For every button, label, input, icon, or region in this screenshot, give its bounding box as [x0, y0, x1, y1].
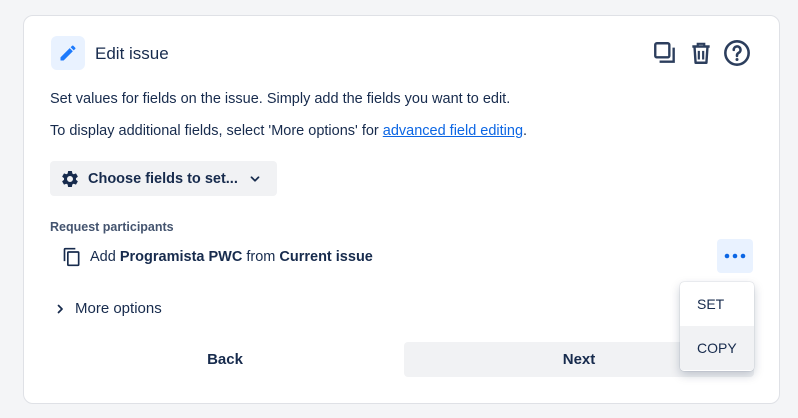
- description-line-2: To display additional fields, select 'Mo…: [50, 123, 527, 139]
- page-title: Edit issue: [95, 44, 169, 63]
- request-participants-row: Add Programista PWC from Current issue: [62, 246, 373, 268]
- description-line-1: Set values for fields on the issue. Simp…: [50, 91, 511, 107]
- back-button[interactable]: Back: [50, 342, 400, 377]
- copy-icon[interactable]: [651, 39, 679, 67]
- request-participants-label: Request participants: [50, 220, 174, 234]
- menu-item-copy[interactable]: COPY: [680, 326, 754, 370]
- chevron-down-icon: [248, 172, 262, 186]
- gear-icon: [60, 169, 80, 189]
- advanced-field-editing-link[interactable]: advanced field editing: [383, 123, 523, 139]
- copy-action-icon: [62, 246, 82, 268]
- more-actions-button[interactable]: [717, 239, 753, 273]
- chevron-right-icon: [54, 303, 66, 315]
- description-line-2-suffix: .: [523, 123, 528, 139]
- description-line-2-prefix: To display additional fields, select 'Mo…: [50, 123, 383, 139]
- choose-fields-label: Choose fields to set...: [88, 170, 238, 187]
- action-dropdown-menu: SET COPY: [680, 282, 754, 371]
- menu-item-set[interactable]: SET: [680, 282, 754, 326]
- ellipsis-icon: [724, 253, 746, 259]
- row-middle: from: [246, 249, 276, 265]
- edit-issue-card: Edit issue Set values for fields on the …: [23, 15, 780, 404]
- choose-fields-button[interactable]: Choose fields to set...: [50, 161, 277, 196]
- trash-icon[interactable]: [687, 39, 715, 67]
- header-actions: [651, 39, 751, 67]
- pencil-icon: [51, 36, 85, 70]
- more-options-toggle[interactable]: More options: [54, 300, 162, 317]
- row-prefix: Add: [90, 249, 116, 265]
- help-icon[interactable]: [723, 39, 751, 67]
- source-value: Current issue: [279, 249, 373, 265]
- more-options-label: More options: [75, 300, 162, 317]
- participant-value: Programista PWC: [119, 249, 243, 265]
